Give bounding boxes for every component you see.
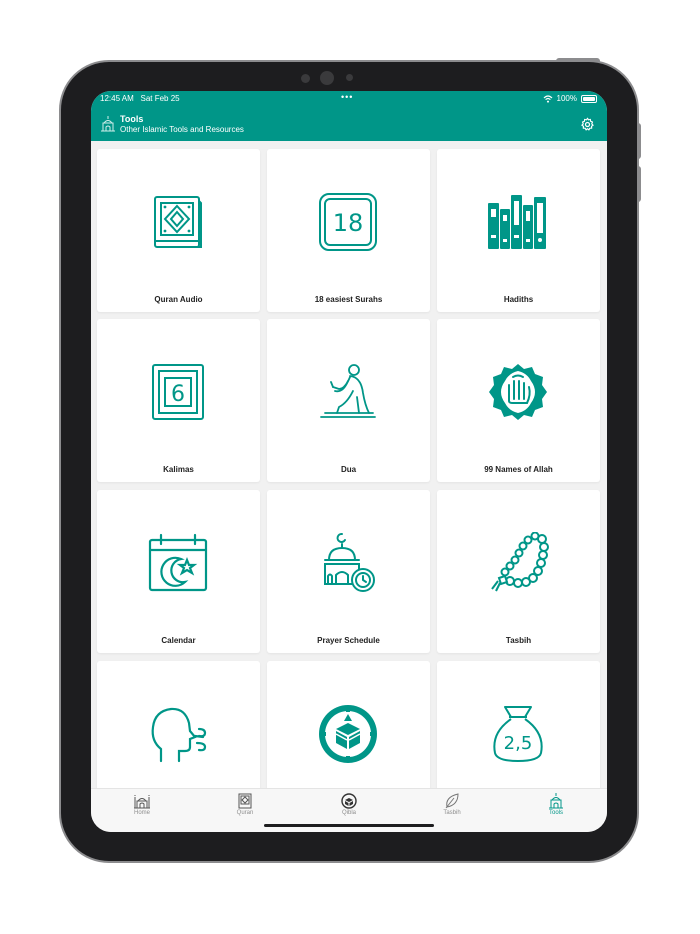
zakat-bag-icon: 2,5 [493, 706, 543, 762]
svg-text:2,5: 2,5 [504, 733, 533, 754]
tab-quran[interactable]: Quran [210, 793, 280, 816]
surah-18-icon: 18 [319, 193, 377, 251]
tab-home[interactable]: Home [107, 793, 177, 816]
quran-book-icon [154, 196, 202, 248]
front-camera [320, 71, 334, 85]
allah-names-icon [489, 364, 547, 420]
status-bar: 12:45 AM Sat Feb 25 ••• 100% [91, 91, 607, 107]
tool-card-dua[interactable]: Dua [267, 319, 430, 482]
kalima-6-icon: 6 [152, 364, 204, 420]
tool-card-hadiths[interactable]: Hadiths [437, 149, 600, 312]
calendar-moon-icon [148, 533, 208, 592]
sensor-dot [301, 74, 310, 83]
breath-head-icon [151, 707, 207, 763]
app-header: 12:45 AM Sat Feb 25 ••• 100% Tools Other… [91, 91, 607, 141]
multitask-dots[interactable]: ••• [341, 92, 353, 102]
tool-card-quran-audio[interactable]: Quran Audio [97, 149, 260, 312]
tab-qibla[interactable]: Qibla [314, 793, 384, 816]
leaf-icon [445, 793, 459, 809]
page-subtitle: Other Islamic Tools and Resources [120, 125, 244, 134]
tool-card-tasbih[interactable]: Tasbih [437, 490, 600, 653]
wifi-icon [543, 94, 552, 103]
kaaba-compass-icon [319, 705, 377, 763]
svg-text:6: 6 [171, 382, 185, 407]
tool-card-kalimas[interactable]: 6 Kalimas [97, 319, 260, 482]
tool-label: Calendar [161, 636, 196, 645]
page-title: Tools [120, 114, 144, 124]
tool-card-easiest-surahs[interactable]: 18 18 easiest Surahs [267, 149, 430, 312]
dua-person-icon [320, 364, 376, 418]
qibla-icon [341, 793, 357, 809]
mosque-icon [134, 795, 150, 809]
battery-percent: 100% [556, 94, 577, 103]
quran-icon [238, 793, 252, 809]
tool-card-calendar[interactable]: Calendar [97, 490, 260, 653]
tools-header-icon [101, 116, 115, 132]
tool-label: 99 Names of Allah [484, 465, 553, 474]
gear-icon[interactable] [580, 117, 595, 132]
tool-label: Quran Audio [154, 295, 203, 304]
tasbih-beads-icon [491, 532, 549, 592]
tool-label: 18 easiest Surahs [314, 295, 383, 304]
home-indicator[interactable] [264, 824, 434, 827]
tool-card-99-names[interactable]: 99 Names of Allah [437, 319, 600, 482]
mosque-clock-icon [324, 533, 375, 592]
tab-tools[interactable]: Tools [521, 793, 591, 816]
hadith-books-icon [488, 195, 546, 249]
status-time: 12:45 AM Sat Feb 25 [100, 94, 180, 103]
tools-icon [549, 793, 563, 809]
tool-label: Hadiths [503, 295, 534, 304]
svg-text:18: 18 [333, 209, 364, 237]
title-bar: Tools Other Islamic Tools and Resources [91, 108, 607, 141]
status-indicators: 100% [543, 94, 597, 103]
tab-tasbih[interactable]: Tasbih [417, 793, 487, 816]
tool-card-prayer-schedule[interactable]: Prayer Schedule [267, 490, 430, 653]
tool-label: Prayer Schedule [317, 636, 380, 645]
tool-label: Kalimas [163, 465, 194, 474]
tool-label: Tasbih [505, 636, 532, 645]
tool-label: Dua [340, 465, 357, 474]
light-sensor [346, 74, 353, 81]
app-screen: 12:45 AM Sat Feb 25 ••• 100% Tools Other… [91, 91, 607, 832]
battery-icon [581, 94, 597, 103]
